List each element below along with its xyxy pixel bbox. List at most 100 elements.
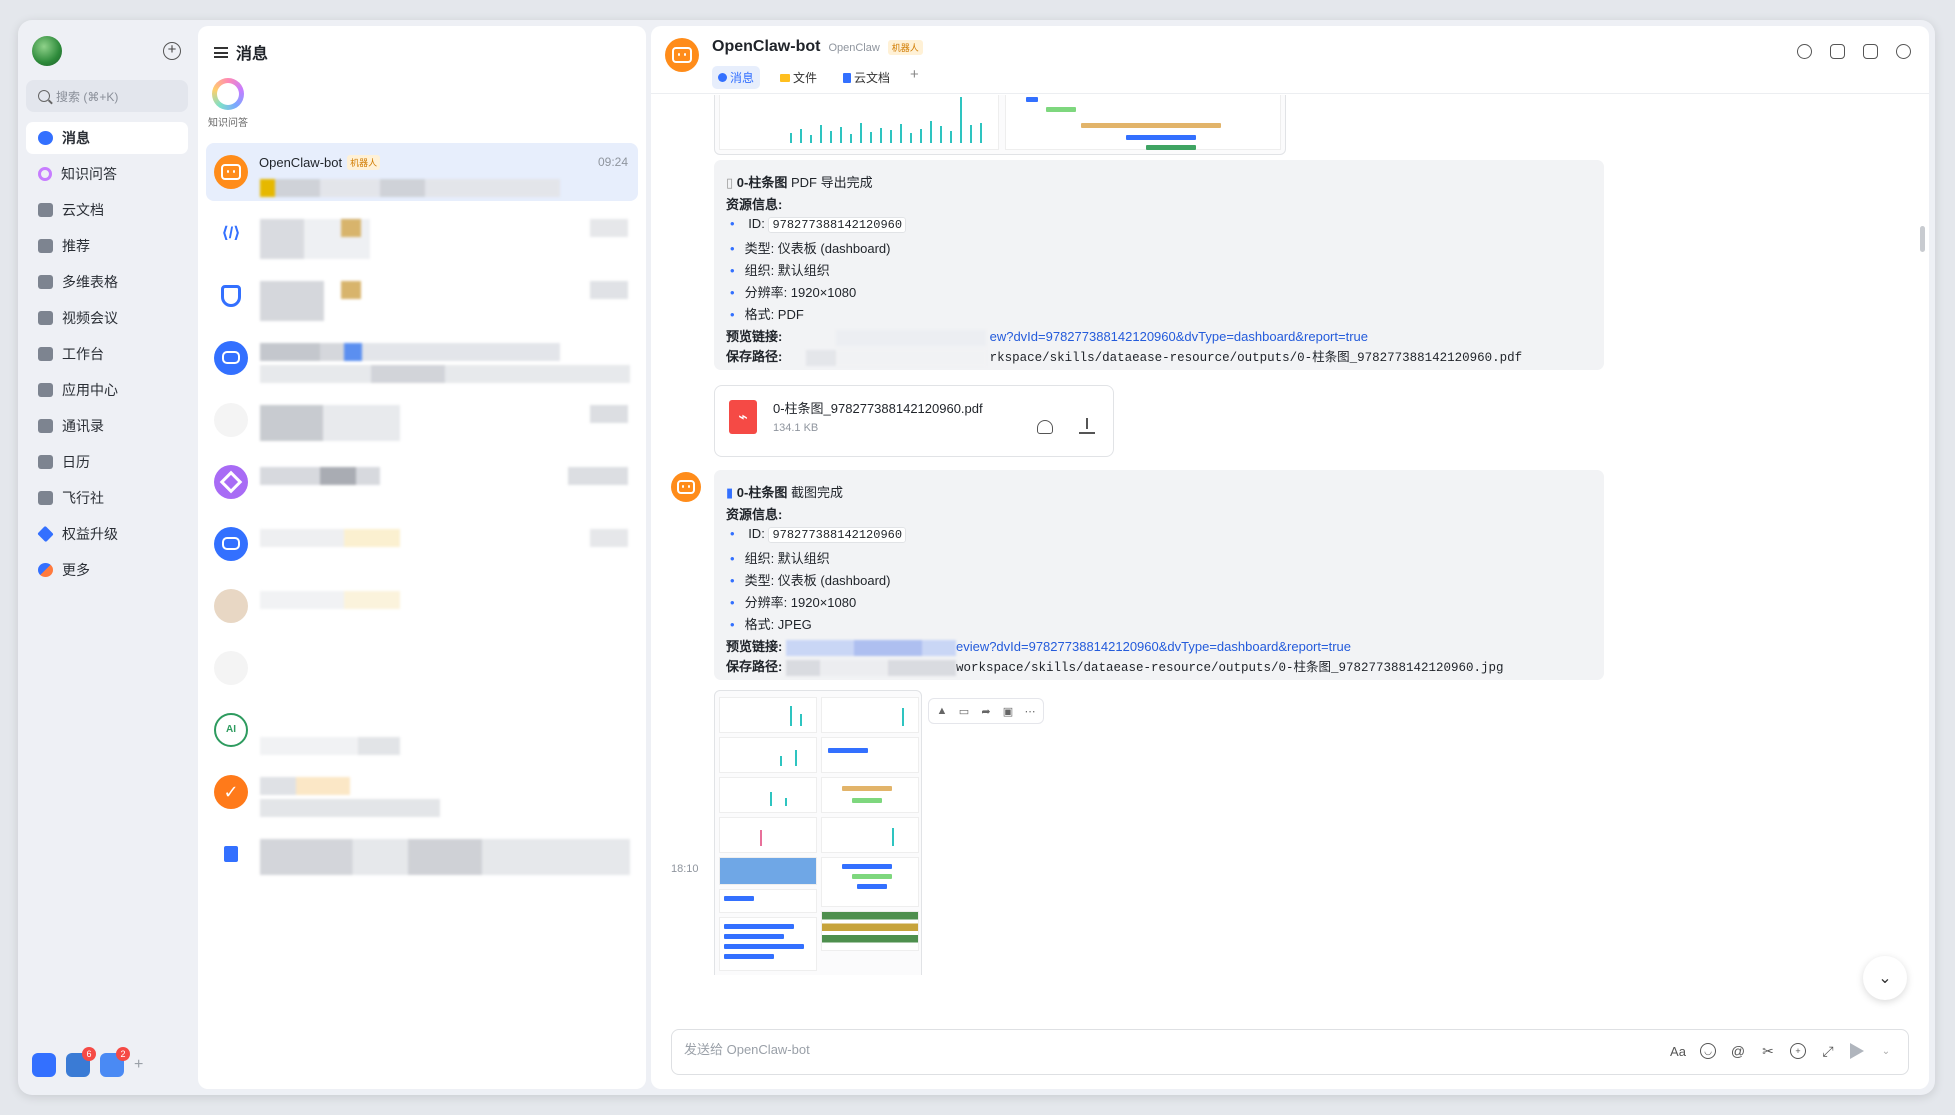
resolution-text: 分辨率: 1920×1080 <box>744 595 857 610</box>
chat-name-text: OpenClaw-bot <box>259 155 343 170</box>
thumbs-up-icon[interactable]: ▲ <box>932 702 952 720</box>
message-composer[interactable]: Aa ◡ @ ✂ + ⤢ ⌄ <box>671 1029 1909 1075</box>
nav-item-knowledge[interactable]: 知识问答 <box>26 158 188 190</box>
type-text: 类型: 仪表板 (dashboard) <box>744 573 891 588</box>
chat-item[interactable] <box>206 515 638 573</box>
emoji-icon[interactable]: ◡ <box>1700 1043 1716 1059</box>
share-screen-icon[interactable] <box>1830 44 1845 59</box>
nav-item-app-center[interactable]: 应用中心 <box>26 374 188 406</box>
chat-name-blurred <box>260 777 350 795</box>
settings-icon[interactable] <box>1896 44 1911 59</box>
bot-avatar[interactable] <box>665 38 699 72</box>
plus-circle-icon[interactable]: + <box>1790 1043 1806 1059</box>
tab-messages[interactable]: 消息 <box>712 66 761 89</box>
knowledge-icon <box>212 78 244 110</box>
expand-icon[interactable]: ⤢ <box>1820 1043 1836 1059</box>
chart-thumbnail <box>719 95 999 150</box>
chat-item[interactable]: ⟨/⟩ <box>206 205 638 263</box>
app-center-icon <box>38 383 53 397</box>
contacts-icon <box>38 419 53 433</box>
chart-thumbnail <box>821 697 919 733</box>
bottom-app-1[interactable] <box>32 1053 56 1077</box>
add-app-icon[interactable]: + <box>134 1056 143 1074</box>
bottom-app-3[interactable]: 2 <box>100 1047 130 1077</box>
chat-item[interactable]: ✓ <box>206 763 638 821</box>
chat-item[interactable] <box>206 453 638 511</box>
more-icon[interactable]: ⋯ <box>1020 702 1040 720</box>
download-icon[interactable] <box>1079 418 1095 434</box>
nav-item-messages[interactable]: 消息 <box>26 122 188 154</box>
jump-to-latest-button[interactable]: ⌄ <box>1863 956 1907 1000</box>
section-heading: 资源信息: <box>726 507 783 522</box>
nav-item-docs[interactable]: 云文档 <box>26 194 188 226</box>
robot-icon <box>214 527 248 561</box>
comment-icon[interactable]: ▭ <box>954 702 974 720</box>
tab-label: 文件 <box>793 71 818 85</box>
font-format-icon[interactable]: Aa <box>1670 1043 1686 1059</box>
chat-item[interactable]: AI <box>206 701 638 759</box>
nav-item-more[interactable]: 更多 <box>26 554 188 586</box>
shortcut-label: 知识问答 <box>208 118 248 129</box>
chat-item[interactable] <box>206 639 638 697</box>
search-placeholder: 搜索 (⌘+K) <box>56 89 119 104</box>
chat-item[interactable] <box>206 825 638 883</box>
info-format: 格式: JPEG <box>726 614 812 633</box>
message-input[interactable] <box>684 1042 1384 1057</box>
bot-avatar[interactable] <box>671 472 701 502</box>
add-tab-icon[interactable]: + <box>910 66 919 89</box>
dashboard-screenshot-image[interactable] <box>714 690 922 975</box>
bar-chart-icon: ▮ <box>726 485 734 500</box>
cloud-upload-icon[interactable] <box>1037 420 1053 434</box>
screenshot-message: ▮ 0-柱条图 截图完成 资源信息: ID: 97827738814212096… <box>714 470 1604 680</box>
pdf-file-card[interactable]: ⌁ 0-柱条图_978277388142120960.pdf 134.1 KB <box>714 385 1114 457</box>
message-icon <box>718 73 727 82</box>
user-avatar[interactable] <box>32 36 62 66</box>
id-label: ID: <box>748 526 765 541</box>
pin-icon[interactable]: ▣ <box>998 702 1018 720</box>
chat-item-openclaw-bot[interactable]: OpenClaw-bot 机器人 09:24 <box>206 143 638 201</box>
search-icon[interactable] <box>1797 44 1812 59</box>
menu-icon[interactable] <box>214 46 228 58</box>
add-icon[interactable]: + <box>163 42 181 60</box>
code-icon: ⟨/⟩ <box>214 217 248 251</box>
chat-item[interactable] <box>206 577 638 635</box>
chat-name-blurred <box>260 591 400 609</box>
preview-link[interactable]: ew?dvId=978277388142120960&dvType=dashbo… <box>990 329 1368 344</box>
mention-icon[interactable]: @ <box>1730 1043 1746 1059</box>
chat-item[interactable] <box>206 267 638 325</box>
forward-icon[interactable]: ➦ <box>976 702 996 720</box>
chat-title-name[interactable]: OpenClaw-bot <box>712 38 820 56</box>
nav-item-calendar[interactable]: 日历 <box>26 446 188 478</box>
chevron-down-icon[interactable]: ⌄ <box>1878 1043 1894 1059</box>
todo-icon[interactable] <box>1863 44 1878 59</box>
bot-avatar <box>214 155 248 189</box>
global-search[interactable]: 搜索 (⌘+K) <box>26 80 188 112</box>
dashboard-preview-image[interactable] <box>714 95 1286 155</box>
nav-item-video[interactable]: 视频会议 <box>26 302 188 334</box>
nav-label: 通讯录 <box>62 418 104 434</box>
chat-item[interactable] <box>206 391 638 449</box>
nav-item-recommend[interactable]: 推荐 <box>26 230 188 262</box>
nav-item-workplace[interactable]: 工作台 <box>26 338 188 370</box>
robot-icon <box>214 341 248 375</box>
nav-item-contacts[interactable]: 通讯录 <box>26 410 188 442</box>
info-id: ID: 978277388142120960 <box>726 216 907 233</box>
nav-item-community[interactable]: 飞行社 <box>26 482 188 514</box>
nav-label: 云文档 <box>62 202 104 218</box>
time-blurred <box>590 405 628 423</box>
scrollbar-thumb[interactable] <box>1920 226 1925 252</box>
message-timestamp: 18:10 <box>671 863 699 875</box>
robot-icon <box>677 479 695 495</box>
nav-item-base[interactable]: 多维表格 <box>26 266 188 298</box>
preview-link[interactable]: eview?dvId=978277388142120960&dvType=das… <box>956 639 1351 654</box>
tab-docs[interactable]: 云文档 <box>837 66 896 89</box>
chat-item[interactable] <box>206 329 638 387</box>
send-icon[interactable] <box>1850 1043 1864 1059</box>
nav-item-upgrade[interactable]: 权益升级 <box>26 518 188 550</box>
knowledge-shortcut[interactable]: 知识问答 <box>208 78 248 129</box>
bottom-app-2[interactable]: 6 <box>66 1047 96 1077</box>
scissors-icon[interactable]: ✂ <box>1760 1043 1776 1059</box>
doc-icon <box>38 203 53 217</box>
shield-icon <box>214 279 248 313</box>
tab-files[interactable]: 文件 <box>774 66 823 89</box>
